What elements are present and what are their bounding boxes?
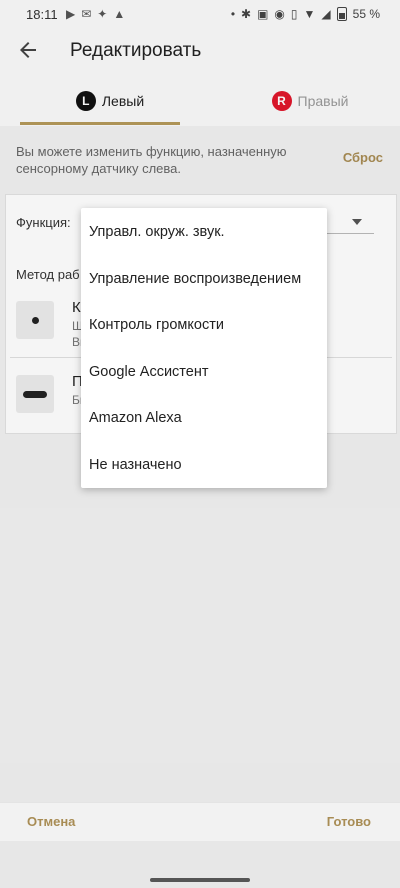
menu-item-not-assigned[interactable]: Не назначено xyxy=(81,442,327,489)
menu-item-amazon-alexa[interactable]: Amazon Alexa xyxy=(81,395,327,442)
function-dropdown-menu: Управл. окруж. звук. Управление воспроиз… xyxy=(81,208,327,488)
menu-item-ambient-sound[interactable]: Управл. окруж. звук. xyxy=(81,209,327,256)
gesture-handle[interactable] xyxy=(150,878,250,882)
cancel-button[interactable]: Отмена xyxy=(27,814,75,829)
done-button[interactable]: Готово xyxy=(327,814,371,829)
bottom-action-bar: Отмена Готово xyxy=(0,802,400,841)
menu-item-google-assistant[interactable]: Google Ассистент xyxy=(81,349,327,396)
menu-item-volume-control[interactable]: Контроль громкости xyxy=(81,302,327,349)
menu-item-playback-control[interactable]: Управление воспроизведением xyxy=(81,256,327,303)
